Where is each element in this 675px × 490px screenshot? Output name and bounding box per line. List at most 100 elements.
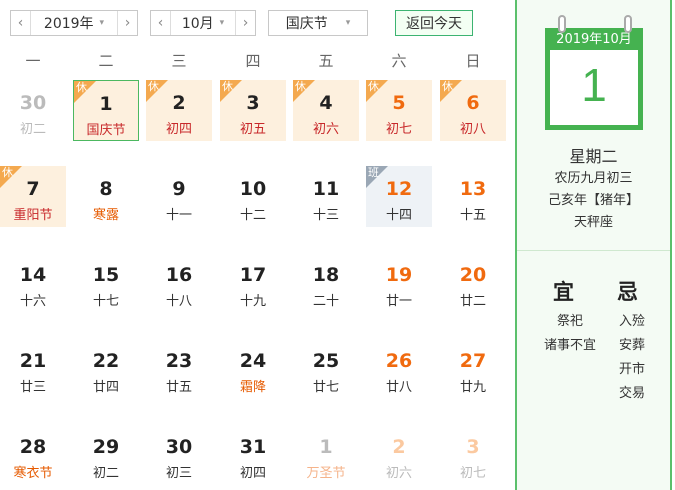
calendar-day-cell[interactable]: 休 2 初四: [146, 80, 212, 141]
calendar-day-cell[interactable]: 休 4 初六: [293, 80, 359, 141]
day-number: 19: [385, 264, 413, 286]
day-number: 25: [312, 350, 340, 372]
lunar-label: 十四: [385, 208, 412, 223]
calendar-day-cell[interactable]: 15 十七: [73, 252, 139, 313]
avoid-item: 安葬: [618, 338, 645, 353]
day-number: 13: [459, 178, 487, 200]
calendar-day-cell[interactable]: 3 初七: [440, 424, 506, 485]
avoid-item: 入殓: [618, 314, 645, 329]
calendar-day-cell[interactable]: 13 十五: [440, 166, 506, 227]
calendar-day-cell[interactable]: 1 万圣节: [293, 424, 359, 485]
day-number: 8: [99, 178, 113, 200]
suitable-title: 宜: [553, 280, 574, 304]
calendar-day-cell[interactable]: 14 十六: [0, 252, 66, 313]
day-number: 31: [239, 436, 267, 458]
calendar-day-cell[interactable]: 休 5 初七: [366, 80, 432, 141]
calendar-day-cell[interactable]: 9 十一: [146, 166, 212, 227]
avoid-list: 入殓 安葬 开市 交易: [607, 310, 657, 406]
calendar-day-cell[interactable]: 20 廿二: [440, 252, 506, 313]
calendar-day-cell[interactable]: 19 廿一: [366, 252, 432, 313]
day-number: 2: [392, 436, 406, 458]
lunar-label: 十二: [239, 208, 266, 223]
lunar-label: 寒露: [92, 208, 119, 223]
calendar-day-cell[interactable]: 23 廿五: [146, 338, 212, 399]
calendar-day-cell[interactable]: 休 6 初八: [440, 80, 506, 141]
day-number: 24: [239, 350, 267, 372]
day-number: 30: [19, 92, 47, 114]
lunar-label: 廿五: [165, 380, 192, 395]
calendar-day-cell[interactable]: 26 廿八: [366, 338, 432, 399]
lunar-label: 廿四: [92, 380, 119, 395]
zodiac-sign: 天秤座: [573, 215, 613, 230]
lunar-label: 二十: [312, 294, 339, 309]
calendar-day-cell[interactable]: 22 廿四: [73, 338, 139, 399]
day-number: 18: [312, 264, 340, 286]
lunar-label: 十七: [92, 294, 119, 309]
ring-icon: [624, 15, 632, 33]
calendar-grid: 30 初二休 1 国庆节休 2 初四休 3 初五休 4 初六休 5 初七休 6 初八休 7 重阳节 8 寒露 9 十一…: [0, 0, 515, 490]
calendar-day-cell[interactable]: 10 十二: [220, 166, 286, 227]
lunar-label: 十八: [165, 294, 192, 309]
lunar-label: 廿二: [459, 294, 486, 309]
lunar-label: 国庆节: [86, 123, 126, 138]
calendar-day-cell[interactable]: 31 初四: [220, 424, 286, 485]
lunar-label: 初六: [312, 122, 339, 137]
calendar-day-cell[interactable]: 11 十三: [293, 166, 359, 227]
calendar-day-cell[interactable]: 24 霜降: [220, 338, 286, 399]
calendar-day-cell[interactable]: 28 寒衣节: [0, 424, 66, 485]
calendar-day-cell[interactable]: 班 12 十四: [366, 166, 432, 227]
calendar-day-cell[interactable]: 30 初三: [146, 424, 212, 485]
day-number: 21: [19, 350, 47, 372]
day-number: 22: [92, 350, 120, 372]
lunar-label: 初二: [19, 122, 46, 137]
day-number: 14: [19, 264, 47, 286]
calendar-day-cell[interactable]: 21 廿三: [0, 338, 66, 399]
lunar-label: 廿三: [19, 380, 46, 395]
day-number: 6: [466, 92, 480, 114]
calendar-day-cell[interactable]: 休 3 初五: [220, 80, 286, 141]
day-number: 5: [392, 92, 406, 114]
lunar-label: 初七: [459, 466, 486, 481]
calendar-day-cell[interactable]: 16 十八: [146, 252, 212, 313]
day-number: 9: [172, 178, 186, 200]
calendar-day-cell[interactable]: 18 二十: [293, 252, 359, 313]
lunar-label: 十一: [165, 208, 192, 223]
lunar-label: 初七: [385, 122, 412, 137]
calendar-day-cell[interactable]: 17 十九: [220, 252, 286, 313]
lunar-label: 初六: [385, 466, 412, 481]
selected-day-number: 1: [581, 59, 607, 111]
lunar-label: 十九: [239, 294, 266, 309]
suitable-item: 诸事不宜: [543, 338, 596, 353]
lunar-label: 寒衣节: [13, 466, 53, 481]
day-number: 3: [466, 436, 480, 458]
calendar-day-cell[interactable]: 8 寒露: [73, 166, 139, 227]
suitable-list: 祭祀 诸事不宜: [535, 310, 605, 358]
suitable-item: 祭祀: [556, 314, 583, 329]
lunar-label: 廿七: [312, 380, 339, 395]
ring-icon: [558, 15, 566, 33]
day-number: 23: [165, 350, 193, 372]
divider: [517, 250, 670, 251]
day-number: 1: [319, 436, 333, 458]
avoid-title: 忌: [617, 280, 638, 304]
day-number: 27: [459, 350, 487, 372]
avoid-item: 开市: [618, 362, 645, 377]
calendar-day-cell[interactable]: 27 廿九: [440, 338, 506, 399]
day-number: 26: [385, 350, 413, 372]
day-number: 16: [165, 264, 193, 286]
calendar-day-cell[interactable]: 29 初二: [73, 424, 139, 485]
calendar-day-cell[interactable]: 休 1 国庆节: [73, 80, 139, 141]
day-detail-panel: 2019年10月 1 星期二 农历九月初三 己亥年【猪年】 天秤座 宜 忌 祭祀…: [515, 0, 672, 490]
lunar-label: 初五: [239, 122, 266, 137]
calendar-day-cell[interactable]: 休 7 重阳节: [0, 166, 66, 227]
day-number: 1: [99, 93, 113, 115]
calendar-day-cell[interactable]: 2 初六: [366, 424, 432, 485]
calendar-day-cell[interactable]: 25 廿七: [293, 338, 359, 399]
day-number: 12: [385, 178, 413, 200]
day-number: 10: [239, 178, 267, 200]
calendar-day-cell[interactable]: 30 初二: [0, 80, 66, 141]
lunar-label: 初八: [459, 122, 486, 137]
lunar-label: 初二: [92, 466, 119, 481]
avoid-item: 交易: [618, 386, 645, 401]
day-number: 2: [172, 92, 186, 114]
